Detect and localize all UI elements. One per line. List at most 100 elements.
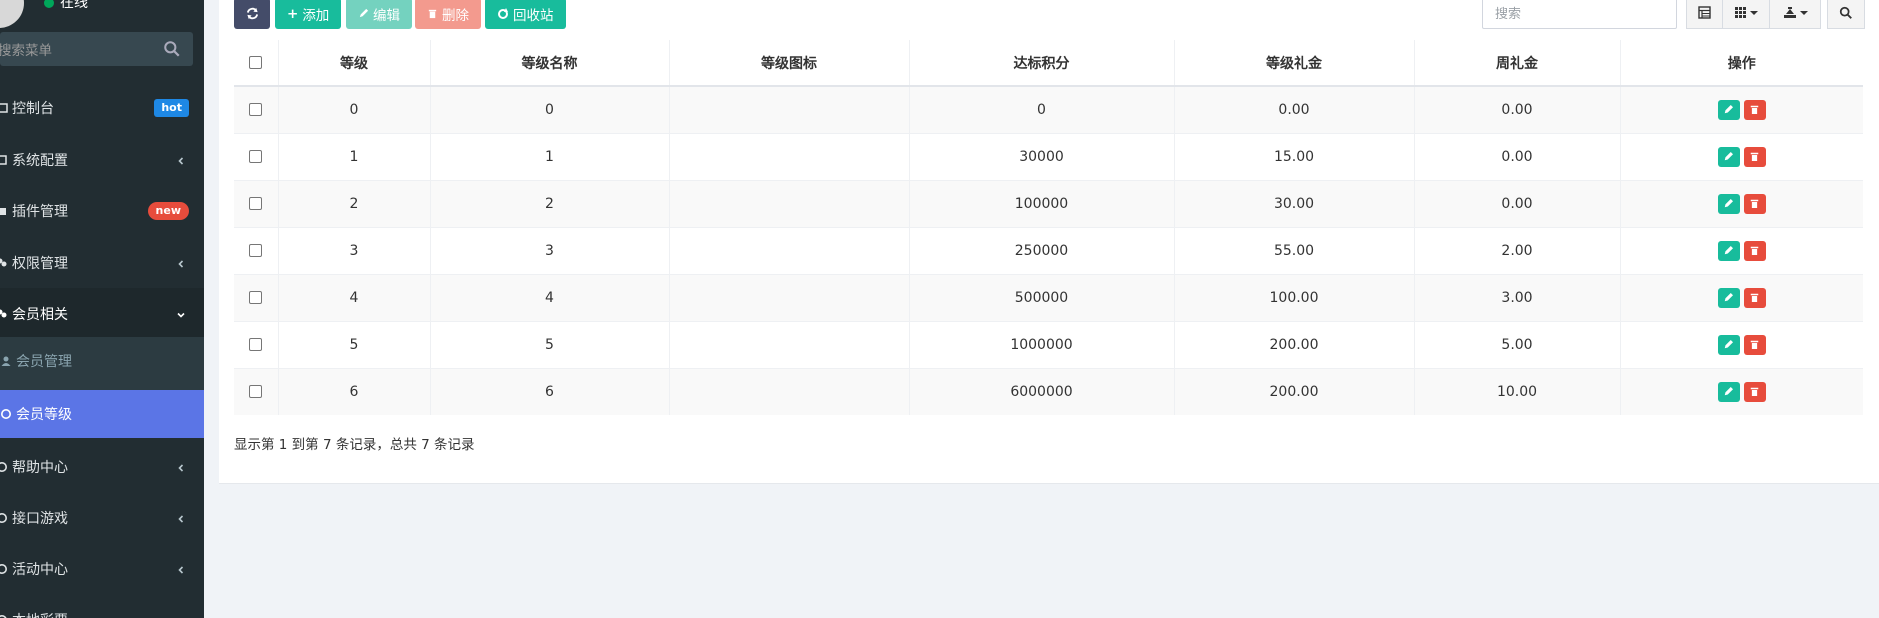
row-delete-button[interactable] — [1743, 146, 1766, 167]
avatar[interactable] — [0, 0, 24, 28]
select-all-header — [234, 40, 279, 87]
table-row[interactable]: 5 5 1000000 200.00 5.00 — [234, 320, 1863, 368]
cell-weekly: 5.00 — [1414, 320, 1621, 368]
table-row[interactable]: 2 2 100000 30.00 0.00 — [234, 179, 1863, 227]
circle-icon — [0, 563, 7, 574]
delete-button[interactable]: 删除 — [415, 0, 481, 29]
trash-icon — [1751, 199, 1759, 208]
table-row[interactable]: 1 1 30000 15.00 0.00 — [234, 132, 1863, 180]
row-delete-button[interactable] — [1743, 193, 1766, 214]
table-view-icon — [1698, 6, 1711, 19]
export-icon — [1783, 7, 1796, 18]
cell-icon — [669, 179, 910, 227]
recycle-bin-button[interactable]: 回收站 — [485, 0, 566, 29]
recycle-bin-button-label: 回收站 — [513, 7, 554, 24]
chevron-down-icon — [177, 312, 185, 318]
column-header[interactable]: 周礼金 — [1414, 40, 1621, 87]
table-row[interactable]: 4 4 500000 100.00 3.00 — [234, 273, 1863, 321]
cell-weekly: 0.00 — [1414, 85, 1621, 133]
cell-icon — [669, 273, 910, 321]
table-row[interactable]: 3 3 250000 55.00 2.00 — [234, 226, 1863, 274]
user-icon — [1, 356, 11, 366]
cell-level: 6 — [278, 367, 431, 415]
columns-dropdown-button[interactable] — [1722, 0, 1770, 29]
cell-weekly: 0.00 — [1414, 132, 1621, 180]
table-row[interactable]: 6 6 6000000 200.00 10.00 — [234, 367, 1863, 415]
sidebar-item-label: 系统配置 — [12, 152, 68, 169]
row-edit-button[interactable] — [1717, 240, 1740, 261]
row-edit-button[interactable] — [1717, 334, 1740, 355]
sidebar-item-api-games[interactable]: 接口游戏 — [0, 492, 204, 543]
sidebar-search[interactable]: 搜索菜单 — [0, 32, 193, 66]
sidebar-item-activity[interactable]: 活动中心 — [0, 543, 204, 594]
row-delete-button[interactable] — [1743, 334, 1766, 355]
column-header[interactable]: 等级图标 — [669, 40, 910, 87]
row-edit-button[interactable] — [1717, 193, 1740, 214]
row-checkbox[interactable] — [249, 291, 263, 304]
cell-weekly: 2.00 — [1414, 226, 1621, 274]
row-checkbox[interactable] — [249, 197, 263, 210]
cell-points: 100000 — [909, 179, 1175, 227]
pencil-icon — [1725, 152, 1734, 161]
trash-icon — [1751, 152, 1759, 161]
row-delete-button[interactable] — [1743, 287, 1766, 308]
toggle-view-button[interactable] — [1686, 0, 1723, 29]
trash-icon — [1751, 293, 1759, 302]
sidebar-item-members[interactable]: 会员相关 — [0, 288, 204, 339]
pencil-icon — [1725, 387, 1734, 396]
sidebar-item-dashboard[interactable]: 控制台 hot — [0, 82, 204, 133]
row-checkbox[interactable] — [249, 385, 263, 399]
sidebar-item-label: 会员相关 — [12, 306, 68, 323]
cell-gift: 200.00 — [1174, 320, 1415, 368]
sidebar-item-plugins[interactable]: 插件管理 new — [0, 185, 204, 236]
column-header[interactable]: 等级名称 — [430, 40, 670, 87]
cell-gift: 15.00 — [1174, 132, 1415, 180]
circle-icon — [0, 614, 7, 618]
user-status-text: 在线 — [60, 0, 88, 11]
sidebar-subitem-member-management[interactable]: 会员管理 — [0, 337, 204, 385]
search-icon[interactable] — [163, 40, 181, 58]
column-header[interactable]: 等级礼金 — [1174, 40, 1415, 87]
sidebar-item-system-config[interactable]: 系统配置 — [0, 134, 204, 185]
sidebar-item-help[interactable]: 帮助中心 — [0, 441, 204, 492]
row-edit-button[interactable] — [1717, 381, 1740, 402]
cell-icon — [669, 226, 910, 274]
row-checkbox[interactable] — [249, 103, 263, 117]
add-button[interactable]: + 添加 — [275, 0, 342, 29]
edit-button[interactable]: 编辑 — [346, 0, 412, 29]
chevron-left-icon — [178, 515, 184, 523]
sidebar-item-label: 本地彩票 — [12, 610, 68, 618]
sidebar-item-local-lottery[interactable]: 本地彩票 — [0, 594, 204, 618]
trash-icon — [1751, 388, 1759, 397]
table-search-input[interactable]: 搜索 — [1482, 0, 1677, 29]
row-delete-button[interactable] — [1743, 99, 1766, 120]
chevron-down-icon — [1799, 10, 1808, 15]
cell-gift: 100.00 — [1174, 273, 1415, 321]
group-icon — [0, 258, 7, 266]
row-checkbox[interactable] — [249, 150, 263, 163]
row-edit-button[interactable] — [1717, 146, 1740, 167]
sidebar-item-label: 权限管理 — [12, 255, 68, 272]
advanced-search-button[interactable] — [1827, 0, 1865, 29]
row-delete-button[interactable] — [1743, 240, 1766, 261]
table-search-placeholder: 搜索 — [1495, 7, 1522, 22]
column-header[interactable]: 达标积分 — [909, 40, 1175, 87]
select-all-checkbox[interactable] — [249, 56, 263, 69]
export-dropdown-button[interactable] — [1769, 0, 1821, 29]
trash-icon — [1751, 340, 1759, 349]
column-header[interactable]: 等级 — [278, 40, 431, 87]
row-delete-button[interactable] — [1743, 381, 1766, 402]
sidebar-item-permissions[interactable]: 权限管理 — [0, 237, 204, 288]
new-badge: new — [147, 201, 189, 220]
pencil-icon — [1725, 246, 1734, 255]
cell-points: 6000000 — [909, 367, 1175, 415]
row-edit-button[interactable] — [1717, 287, 1740, 308]
table-row[interactable]: 0 0 0 0.00 0.00 — [234, 85, 1863, 133]
row-edit-button[interactable] — [1717, 99, 1740, 120]
row-checkbox[interactable] — [249, 244, 263, 257]
row-checkbox[interactable] — [249, 338, 263, 351]
refresh-button[interactable] — [234, 0, 270, 29]
sidebar-subitem-label: 会员管理 — [16, 354, 72, 370]
sidebar-subitem-member-level[interactable]: 会员等级 — [0, 390, 204, 438]
cell-name: 0 — [430, 85, 670, 133]
